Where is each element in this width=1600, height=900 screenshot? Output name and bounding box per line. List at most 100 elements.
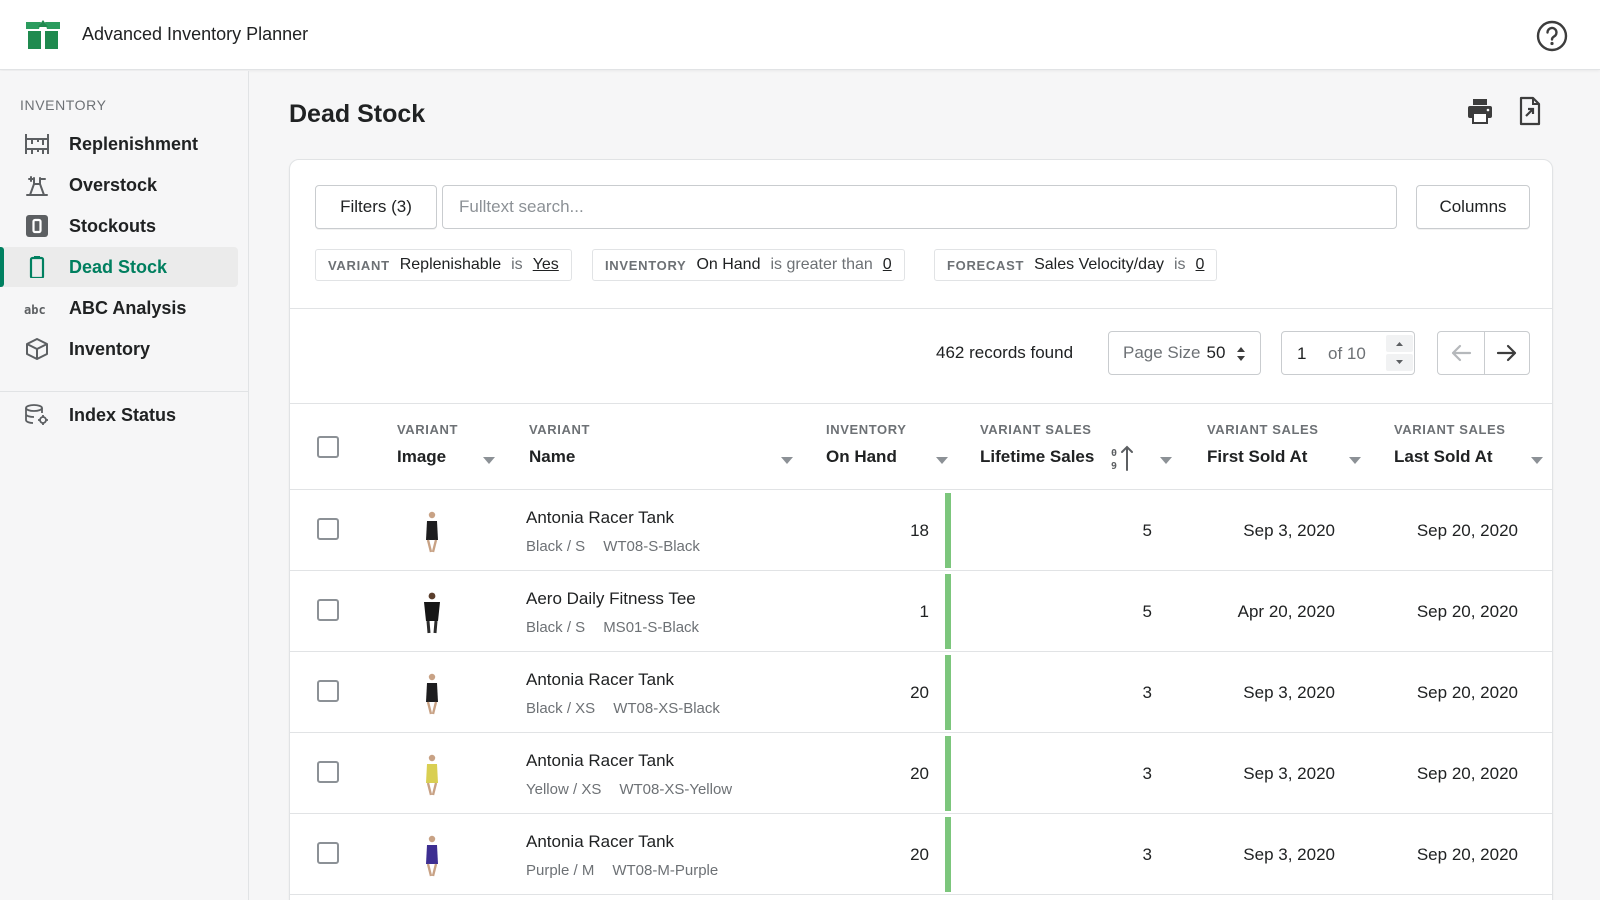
chevron-down-icon[interactable] [1349,457,1361,464]
first-sold-value: Sep 3, 2020 [1243,764,1335,783]
column-header-image[interactable]: VARIANT Image [397,422,458,467]
table-row[interactable]: Antonia Racer Tank Black / XS WT08-XS-Bla… [290,652,1552,733]
chevron-down-icon[interactable] [936,457,948,464]
filter-chip-on-hand[interactable]: INVENTORY On Hand is greater than 0 [592,249,905,281]
filter-field: Sales Velocity/day [1034,256,1164,273]
page-total: of 10 [1328,344,1366,363]
chevron-down-icon[interactable] [483,457,495,464]
sidebar-item-label: Overstock [69,175,158,195]
sidebar-item-overstock[interactable]: Overstock [0,165,238,205]
product-thumbnail-icon [426,754,438,796]
svg-text:9: 9 [1111,461,1117,471]
variant-name[interactable]: Aero Daily Fitness Tee [526,589,696,609]
row-checkbox[interactable] [317,842,339,864]
sort-ascending-icon[interactable]: 0 9 [1111,445,1135,471]
print-icon[interactable] [1466,97,1494,125]
chevron-down-icon[interactable] [781,457,793,464]
chevron-down-icon[interactable] [1160,457,1172,464]
variant-option: Black / S MS01-S-Black [526,619,699,636]
sidebar-item-inventory[interactable]: Inventory [0,329,238,369]
records-count: 462 records found [936,343,1074,362]
sidebar-item-dead-stock[interactable]: Dead Stock [0,247,238,287]
variant-option-label: Yellow / XS [526,781,602,798]
column-group: VARIANT SALES [1394,422,1506,437]
sidebar-item-label: Index Status [69,405,177,425]
variant-option: Yellow / XS WT08-XS-Yellow [526,781,732,798]
export-icon[interactable] [1516,96,1544,126]
column-group: VARIANT [397,422,459,437]
table-row[interactable]: Antonia Racer Tank Black / S WT08-S-Black… [290,490,1552,571]
velocity-bar [945,574,951,649]
sidebar-item-replenishment[interactable]: Replenishment [0,124,238,164]
filter-group: FORECAST [947,257,1025,273]
filter-value[interactable]: 0 [883,256,892,274]
stepper-icon[interactable] [1386,335,1413,371]
filters-button[interactable]: Filters (3) [315,185,437,229]
filter-operator: is [511,256,523,273]
column-header-name[interactable]: VARIANT Name [529,422,590,467]
column-header-first-sold-at[interactable]: VARIANT SALES First Sold At [1207,422,1319,467]
page-number-value: 1 [1297,344,1307,363]
variant-sku: WT08-M-Purple [612,862,719,879]
sidebar-item-label: Stockouts [69,216,157,236]
sidebar-item-label: Dead Stock [69,257,168,277]
filter-value[interactable]: Yes [533,256,559,274]
variant-name[interactable]: Antonia Racer Tank [526,832,674,852]
column-group: VARIANT [529,422,591,437]
column-header-last-sold-at[interactable]: VARIANT SALES Last Sold At [1394,422,1506,467]
next-page-button[interactable] [1483,332,1530,374]
sidebar-item-stockouts[interactable]: Stockouts [0,206,238,246]
column-group: INVENTORY [826,422,907,437]
chevron-down-icon[interactable] [1531,457,1543,464]
table-row[interactable]: Aero Daily Fitness Tee Black / S MS01-S-B… [290,571,1552,652]
sidebar-item-label: Inventory [69,339,151,359]
search-input[interactable] [442,185,1397,229]
svg-text:0: 0 [1111,448,1117,459]
column-name: On Hand [826,447,897,466]
column-group: VARIANT SALES [980,422,1092,437]
page-size-value: 50 [1206,343,1226,362]
first-sold-value: Sep 3, 2020 [1243,845,1335,864]
last-sold-value: Sep 20, 2020 [1416,521,1518,540]
variant-name[interactable]: Antonia Racer Tank [526,670,674,690]
variant-option: Black / XS WT08-XS-Black [526,700,720,717]
row-checkbox[interactable] [317,518,339,540]
variant-sku: WT08-XS-Yellow [619,781,733,798]
table-row[interactable]: Antonia Racer Tank Yellow / XS WT08-XS-Ye… [290,733,1552,814]
variant-name[interactable]: Antonia Racer Tank [526,508,674,528]
variant-name[interactable]: Antonia Racer Tank [526,751,674,771]
table-row[interactable]: Antonia Racer Tank Purple / M WT08-M-Purp… [290,814,1552,895]
product-thumbnail-icon [424,592,440,634]
row-checkbox[interactable] [317,680,339,702]
page-number-input[interactable]: 1 of 10 [1281,331,1415,375]
sidebar-item-index-status[interactable]: Index Status [0,395,238,435]
page-title: Dead Stock [289,100,426,128]
column-group: VARIANT SALES [1207,422,1319,437]
variant-sku: WT08-XS-Black [613,700,720,717]
row-checkbox[interactable] [317,761,339,783]
filter-chip-sales-velocity[interactable]: FORECAST Sales Velocity/day is 0 [934,249,1218,281]
row-checkbox[interactable] [317,599,339,621]
filter-chip-replenishable[interactable]: VARIANT Replenishable is Yes [315,249,572,281]
lifetime-sales-value: 3 [1142,683,1152,702]
filter-field: Replenishable [399,256,502,273]
page-size-select[interactable]: Page Size 50 [1108,331,1261,375]
column-name: Lifetime Sales [980,447,1095,466]
filter-value[interactable]: 0 [1196,256,1205,274]
filter-operator: is greater than [770,256,873,273]
variant-option: Purple / M WT08-M-Purple [526,862,718,879]
column-header-on-hand[interactable]: INVENTORY On Hand [826,422,907,467]
previous-page-button[interactable] [1438,332,1484,374]
stockouts-icon [26,215,48,237]
help-icon[interactable] [1536,20,1568,52]
filter-field: On Hand [696,256,761,273]
columns-button[interactable]: Columns [1416,185,1530,229]
on-hand-value: 20 [910,845,929,864]
lifetime-sales-value: 3 [1142,764,1152,783]
sidebar-item-abc-analysis[interactable]: abc ABC Analysis [0,288,238,328]
on-hand-value: 20 [910,764,929,783]
product-thumbnail-icon [426,673,438,715]
select-all-checkbox[interactable] [317,436,339,458]
column-header-lifetime-sales[interactable]: VARIANT SALES Lifetime Sales [980,422,1094,467]
velocity-bar [945,655,951,730]
